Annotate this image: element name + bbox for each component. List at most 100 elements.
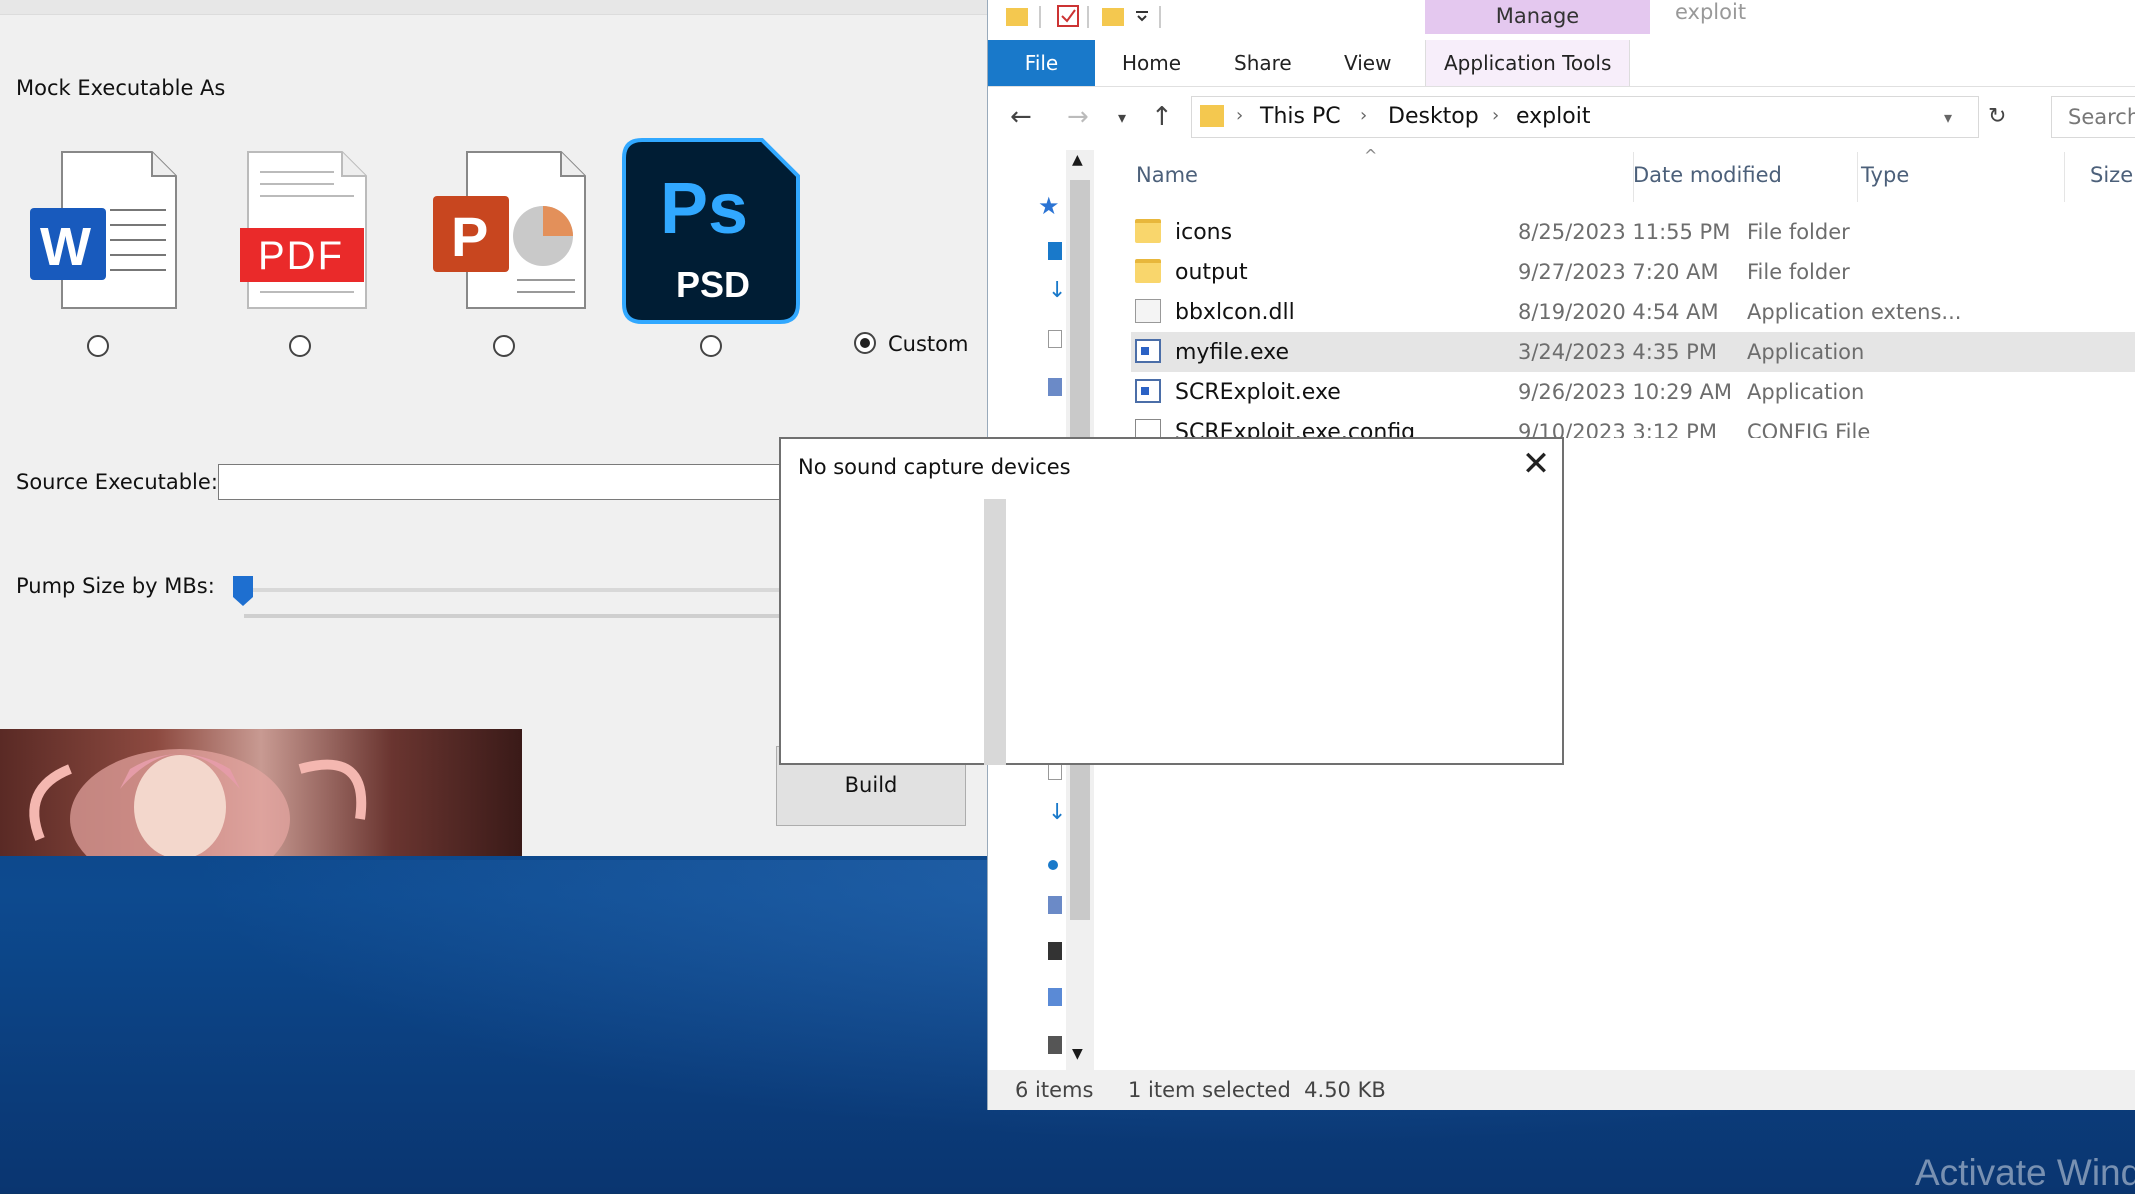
- file-date: 9/26/2023 10:29 AM: [1518, 380, 1733, 404]
- pictures-nav-icon[interactable]: [1048, 896, 1062, 914]
- config-file-icon: [1135, 419, 1161, 438]
- file-name[interactable]: output: [1175, 260, 1248, 285]
- word-icon-letter: W: [40, 217, 91, 277]
- file-row[interactable]: icons 8/25/2023 11:55 PM File folder: [1131, 212, 2135, 252]
- powerpoint-icon-letter: P: [451, 205, 489, 268]
- network-nav-icon[interactable]: [1048, 988, 1062, 1006]
- anime-character-image: [0, 729, 522, 856]
- photoshop-option-radio[interactable]: [700, 335, 722, 357]
- breadcrumb-separator-icon[interactable]: ›: [1492, 105, 1499, 126]
- search-placeholder: Search: [2068, 105, 2135, 129]
- file-type: File folder: [1747, 220, 1850, 244]
- pump-size-slider-thumb[interactable]: [233, 576, 253, 606]
- application-icon: [1135, 339, 1161, 363]
- file-type: CONFIG File: [1747, 420, 1871, 438]
- tab-home[interactable]: Home: [1122, 40, 1181, 86]
- address-bar[interactable]: › This PC › Desktop › exploit ▾: [1191, 96, 1979, 138]
- pump-size-slider-track[interactable]: [244, 588, 804, 592]
- file-row[interactable]: bbxlcon.dll 8/19/2020 4:54 AM Application …: [1131, 292, 2135, 332]
- file-name[interactable]: icons: [1175, 220, 1232, 245]
- recent-locations-chevron-icon[interactable]: ▾: [1118, 108, 1126, 127]
- file-row[interactable]: output 9/27/2023 7:20 AM File folder: [1131, 252, 2135, 292]
- pictures-nav-icon[interactable]: [1048, 378, 1062, 396]
- builder-top-edge: [0, 0, 987, 15]
- desktop-nav-icon[interactable]: [1048, 242, 1062, 260]
- scroll-down-icon[interactable]: ▼: [1072, 1046, 1083, 1062]
- status-item-count: 6 items: [1015, 1078, 1094, 1102]
- pump-size-slider-rail: [244, 614, 798, 618]
- powerpoint-option-radio[interactable]: [493, 335, 515, 357]
- file-name[interactable]: SCRExploit.exe: [1175, 380, 1341, 405]
- custom-option-label: Custom: [888, 332, 969, 356]
- pump-size-label: Pump Size by MBs:: [16, 574, 215, 598]
- status-selection: 1 item selected 4.50 KB: [1128, 1078, 1386, 1102]
- photoshop-icon[interactable]: Ps PSD: [622, 138, 800, 324]
- scroll-up-icon[interactable]: ▲: [1072, 152, 1083, 168]
- videos-nav-icon[interactable]: [1048, 942, 1062, 960]
- quick-access-star-icon[interactable]: ★: [1038, 192, 1060, 220]
- drive-nav-icon[interactable]: [1048, 1036, 1062, 1054]
- up-arrow-icon[interactable]: ↑: [1151, 102, 1173, 132]
- dialog-background-strip: [984, 499, 1006, 765]
- column-divider[interactable]: [1857, 152, 1858, 202]
- photoshop-icon-letters: Ps: [660, 169, 749, 249]
- folder-icon: [1135, 259, 1161, 283]
- status-bar: 6 items 1 item selected 4.50 KB: [988, 1070, 2135, 1110]
- manage-context-tab[interactable]: Manage: [1425, 0, 1650, 34]
- pdf-icon-label: PDF: [258, 234, 344, 278]
- folder-icon: [1135, 219, 1161, 243]
- file-name[interactable]: myfile.exe: [1175, 340, 1289, 365]
- source-executable-input[interactable]: [218, 464, 798, 500]
- back-arrow-icon[interactable]: ←: [1010, 102, 1032, 132]
- documents-nav-icon[interactable]: [1048, 330, 1062, 348]
- music-nav-icon[interactable]: [1048, 860, 1058, 870]
- downloads-nav-icon[interactable]: ↓: [1048, 278, 1066, 303]
- quick-access-icons[interactable]: [1006, 4, 1166, 30]
- file-date: 9/10/2023 3:12 PM: [1518, 420, 1717, 438]
- sound-capture-dialog: No sound capture devices ✕: [779, 437, 1564, 765]
- close-icon[interactable]: ✕: [1518, 447, 1554, 483]
- word-icon[interactable]: W: [30, 150, 180, 310]
- breadcrumb-exploit[interactable]: exploit: [1516, 104, 1590, 129]
- search-input[interactable]: Search: [2051, 96, 2135, 138]
- file-date: 8/25/2023 11:55 PM: [1518, 220, 1731, 244]
- dll-file-icon: [1135, 299, 1161, 323]
- file-type: File folder: [1747, 260, 1850, 284]
- column-divider[interactable]: [2064, 152, 2065, 202]
- forward-arrow-icon[interactable]: →: [1067, 102, 1089, 132]
- file-row[interactable]: SCRExploit.exe.config 9/10/2023 3:12 PM CO…: [1131, 412, 2135, 438]
- window-title: exploit: [1675, 0, 1747, 24]
- breadcrumb-separator-icon[interactable]: ›: [1360, 105, 1367, 126]
- file-name[interactable]: bbxlcon.dll: [1175, 300, 1295, 325]
- activation-watermark: Activate Windows: [1915, 1152, 2135, 1193]
- breadcrumb-desktop[interactable]: Desktop: [1388, 104, 1479, 129]
- file-type: Application extens...: [1747, 300, 1962, 324]
- mock-executable-label: Mock Executable As: [16, 76, 226, 100]
- custom-option-radio[interactable]: [854, 332, 876, 354]
- file-row[interactable]: SCRExploit.exe 9/26/2023 10:29 AM Applicat…: [1131, 372, 2135, 412]
- column-header-size[interactable]: Size: [2090, 163, 2133, 187]
- file-row[interactable]: myfile.exe 3/24/2023 4:35 PM Application: [1131, 332, 2135, 372]
- column-header-date-modified[interactable]: Date modified: [1633, 163, 1782, 187]
- tab-share[interactable]: Share: [1234, 40, 1292, 86]
- tab-file[interactable]: File: [988, 40, 1095, 86]
- ribbon-tabs: File Home Share View Application Tools: [988, 40, 2135, 87]
- breadcrumb-this-pc[interactable]: This PC: [1260, 104, 1341, 129]
- breadcrumb-separator-icon[interactable]: ›: [1236, 105, 1243, 126]
- quick-access-toolbar: Manage exploit: [988, 0, 2135, 40]
- file-name[interactable]: SCRExploit.exe.config: [1175, 420, 1415, 438]
- pdf-option-radio[interactable]: [289, 335, 311, 357]
- address-dropdown-icon[interactable]: ▾: [1944, 108, 1952, 127]
- downloads-nav-icon[interactable]: ↓: [1048, 800, 1066, 825]
- column-header-type[interactable]: Type: [1861, 163, 1909, 187]
- tab-application-tools[interactable]: Application Tools: [1425, 40, 1631, 86]
- dialog-title: No sound capture devices: [798, 455, 1071, 479]
- pdf-icon[interactable]: PDF: [238, 150, 368, 310]
- sort-ascending-icon: ^: [1364, 146, 1378, 165]
- column-header-name[interactable]: Name: [1136, 163, 1198, 187]
- photoshop-icon-sublabel: PSD: [676, 264, 751, 305]
- refresh-icon[interactable]: ↻: [1988, 104, 2006, 129]
- word-option-radio[interactable]: [87, 335, 109, 357]
- powerpoint-icon[interactable]: P: [433, 150, 589, 310]
- tab-view[interactable]: View: [1344, 40, 1391, 86]
